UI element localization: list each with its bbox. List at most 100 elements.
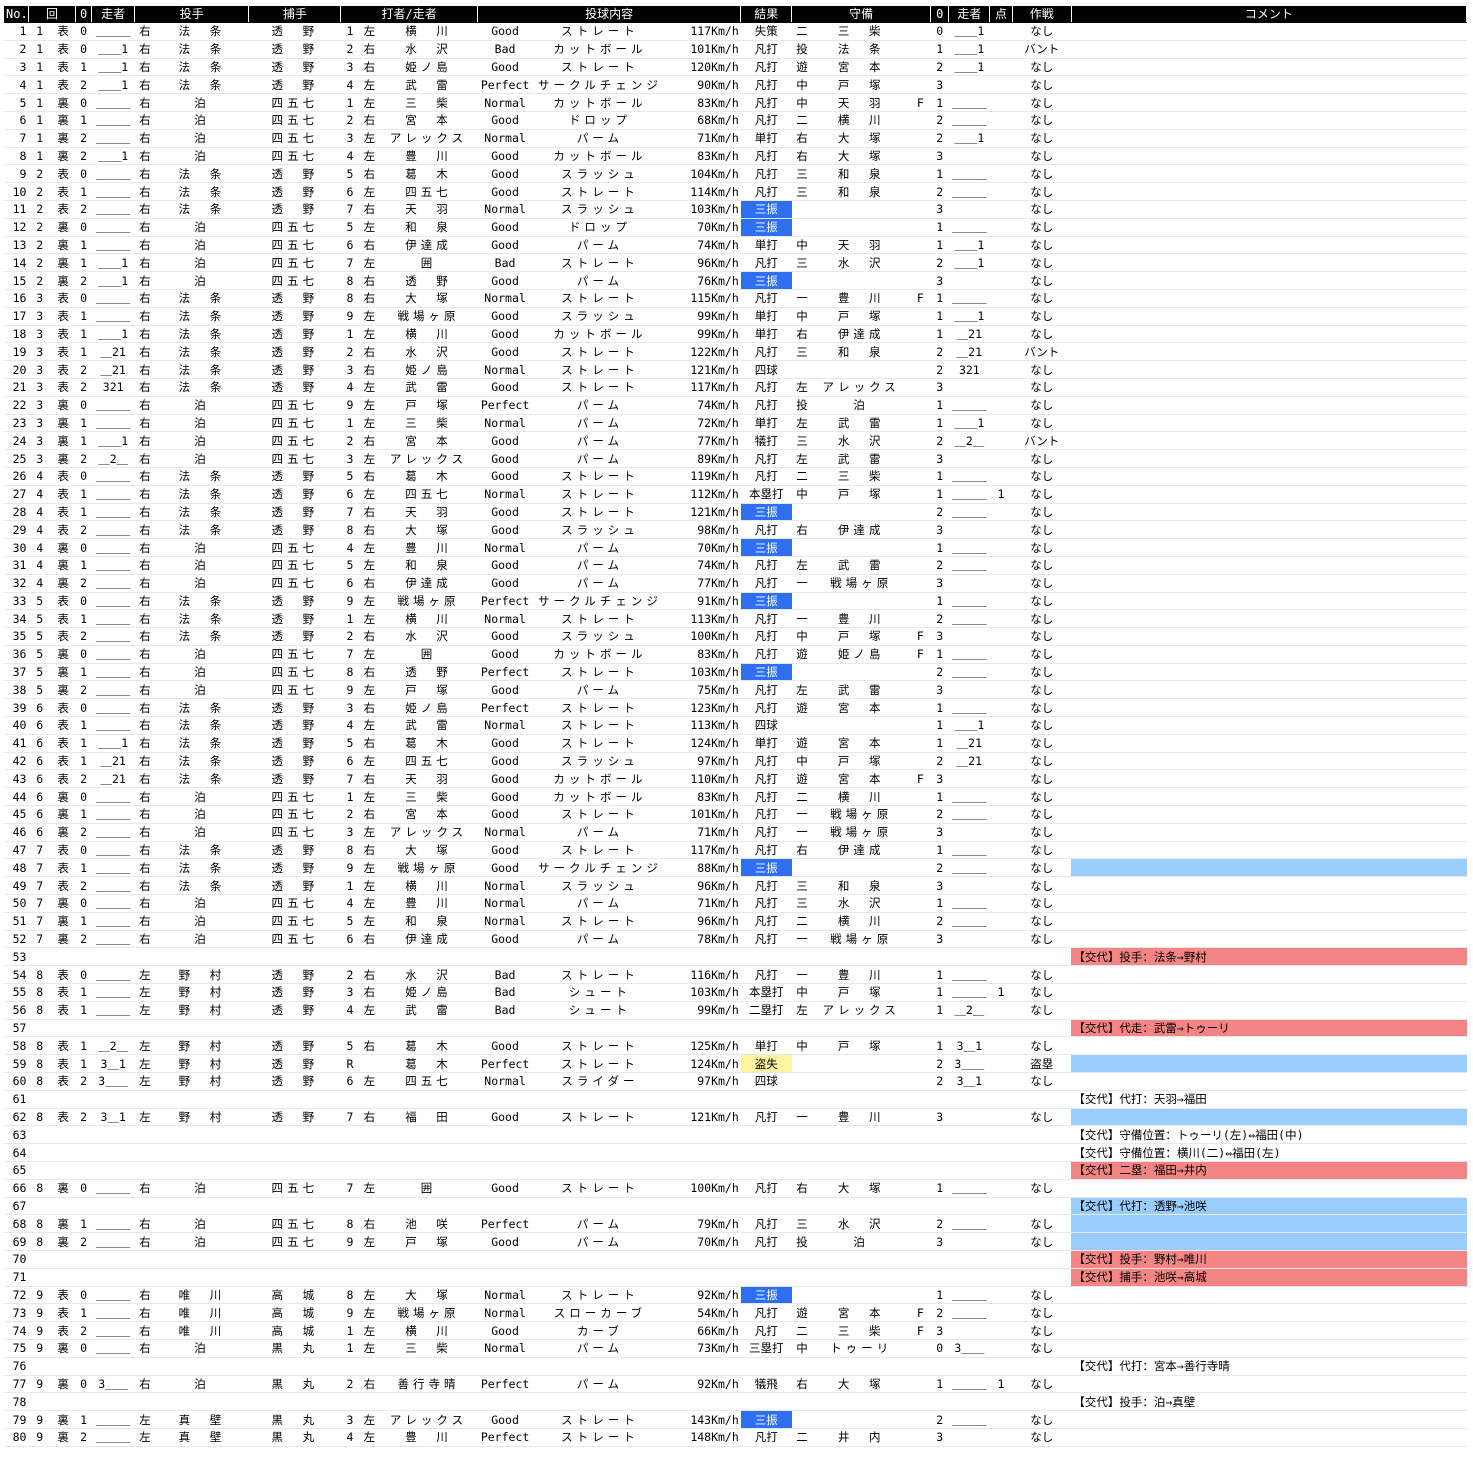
table-row[interactable]: 18 3 表 1 ＿＿1 右法 条透 野1左横 川 Good カットボール 99Km/h 単打右伊… [4, 325, 1467, 344]
table-cell[interactable]: 3 [28, 414, 51, 433]
table-cell[interactable]: 右 [359, 342, 380, 362]
result-cell[interactable]: 盗失 [740, 1054, 792, 1074]
table-cell[interactable]: 右 [134, 129, 156, 148]
table-cell[interactable] [359, 1090, 380, 1109]
table-cell[interactable]: 2 [75, 378, 92, 397]
table-cell[interactable]: なし [1012, 680, 1072, 700]
table-cell[interactable] [910, 1392, 931, 1412]
table-cell[interactable]: 四五七 [248, 1179, 341, 1198]
table-cell[interactable]: 117Km/h [667, 22, 741, 41]
table-cell[interactable]: ストレート [532, 1428, 668, 1447]
table-cell[interactable]: 法 条 [155, 716, 249, 735]
table-cell[interactable]: 右 [134, 253, 156, 273]
table-cell[interactable] [989, 164, 1013, 184]
table-cell[interactable]: 右 [134, 307, 156, 326]
table-cell[interactable]: 4 [340, 378, 360, 397]
table-cell[interactable]: F [910, 627, 931, 646]
table-row[interactable]: 66 8 裏 0 ＿＿＿ 右泊四五七 7 左囲 Good ストレート 100Km/h 凡打右大 塚 1 ＿… [4, 1179, 1467, 1198]
result-cell[interactable]: 本塁打 [740, 983, 792, 1002]
table-cell[interactable] [75, 1019, 92, 1038]
table-cell[interactable] [930, 1392, 949, 1412]
table-cell[interactable] [910, 1375, 931, 1394]
table-cell[interactable]: ＿21 [948, 734, 990, 753]
table-cell[interactable]: Normal [477, 1285, 533, 1305]
table-cell[interactable]: 右 [134, 716, 156, 735]
table-cell[interactable]: Good [477, 734, 533, 753]
table-cell[interactable]: 1 [340, 93, 360, 112]
result-cell[interactable]: 凡打 [740, 840, 792, 860]
result-cell[interactable]: 凡打 [740, 164, 792, 184]
table-cell[interactable] [910, 912, 931, 931]
table-cell[interactable]: 101Km/h [667, 40, 741, 59]
table-cell[interactable] [532, 1197, 668, 1216]
table-cell[interactable]: サークルチェンジ [532, 591, 668, 611]
table-cell[interactable]: 2 [28, 236, 51, 255]
table-cell[interactable]: Perfect [477, 1428, 533, 1447]
result-cell[interactable]: 三振 [740, 538, 792, 557]
table-row[interactable]: 26 4 表 0 ＿＿＿ 右法 条透 野5右葛 木 Good ストレート 119Km/h 凡打二三… [4, 467, 1467, 486]
table-cell[interactable] [989, 58, 1013, 77]
table-cell[interactable]: 泊 [155, 645, 249, 664]
table-cell[interactable]: 97Km/h [667, 1072, 741, 1091]
table-cell[interactable] [910, 983, 931, 1002]
table-cell[interactable]: Good [477, 1179, 533, 1198]
table-cell[interactable]: 1 [4, 22, 29, 41]
table-cell[interactable]: 321 [91, 378, 135, 397]
table-cell[interactable]: 2 [340, 965, 360, 985]
table-cell[interactable]: 6 [28, 805, 51, 824]
table-cell[interactable]: 2 [930, 1303, 949, 1323]
table-cell[interactable]: 三 [791, 253, 813, 273]
table-cell[interactable]: ＿＿＿ [91, 1410, 135, 1429]
table-cell[interactable]: 3＿＿ [948, 1054, 990, 1074]
table-cell[interactable]: 5 [28, 591, 51, 611]
table-cell[interactable]: Normal [477, 894, 533, 913]
table-cell[interactable] [812, 199, 911, 219]
table-cell[interactable]: 0 [75, 591, 92, 611]
table-cell[interactable]: 野 村 [155, 1108, 249, 1127]
table-cell[interactable] [948, 1428, 990, 1447]
table-row[interactable]: 19 3 表 1 ＿21 右法 条透 野2右水 沢 Good ストレート 122Km/h 凡打三和… [4, 342, 1467, 362]
table-cell[interactable]: 三 [791, 876, 813, 896]
table-cell[interactable]: 2 [930, 253, 949, 273]
table-cell[interactable]: 7 [340, 645, 360, 664]
table-cell[interactable]: 321 [948, 360, 990, 379]
result-cell[interactable]: 単打 [740, 734, 792, 753]
table-cell[interactable]: ＿＿＿ [91, 1001, 135, 1020]
table-cell[interactable]: 右 [359, 965, 380, 985]
table-cell[interactable]: 63 [4, 1125, 29, 1145]
table-cell[interactable]: なし [1012, 414, 1072, 433]
table-cell[interactable] [50, 1392, 76, 1412]
table-cell[interactable]: ＿＿＿ [91, 129, 135, 148]
table-cell[interactable]: 2 [930, 129, 949, 148]
table-cell[interactable]: ストレート [532, 663, 668, 682]
table-cell[interactable]: 右 [134, 182, 156, 201]
table-cell[interactable]: Good [477, 467, 533, 486]
table-cell[interactable]: Good [477, 787, 533, 807]
comment-cell[interactable] [1071, 912, 1467, 931]
table-cell[interactable]: ＿＿＿ [948, 663, 990, 682]
table-cell[interactable]: 33 [4, 591, 29, 611]
table-cell[interactable]: 表 [50, 591, 76, 611]
table-cell[interactable]: 49 [4, 876, 29, 896]
table-cell[interactable]: 武 雷 [812, 680, 911, 700]
table-cell[interactable]: 83Km/h [667, 645, 741, 664]
table-cell[interactable]: 左 [359, 378, 380, 397]
table-cell[interactable] [532, 1268, 668, 1287]
table-cell[interactable]: 透 野 [248, 858, 341, 878]
table-cell[interactable]: 法 条 [155, 58, 249, 77]
table-cell[interactable]: 8 [340, 1214, 360, 1234]
table-cell[interactable]: 透 野 [248, 520, 341, 540]
table-cell[interactable] [340, 1161, 360, 1180]
result-cell[interactable]: 単打 [740, 325, 792, 344]
table-cell[interactable]: 1 [930, 1036, 949, 1056]
table-cell[interactable] [989, 769, 1013, 789]
table-cell[interactable]: 1 [340, 1339, 360, 1358]
table-cell[interactable]: 右 [134, 1285, 156, 1305]
table-cell[interactable] [791, 1143, 813, 1162]
table-cell[interactable]: 左 [134, 1054, 156, 1074]
table-cell[interactable]: 2 [75, 1428, 92, 1447]
result-cell[interactable]: 四球 [740, 1072, 792, 1091]
table-cell[interactable]: 2 [28, 271, 51, 290]
table-cell[interactable] [989, 1054, 1013, 1074]
table-cell[interactable]: 9 [340, 396, 360, 415]
